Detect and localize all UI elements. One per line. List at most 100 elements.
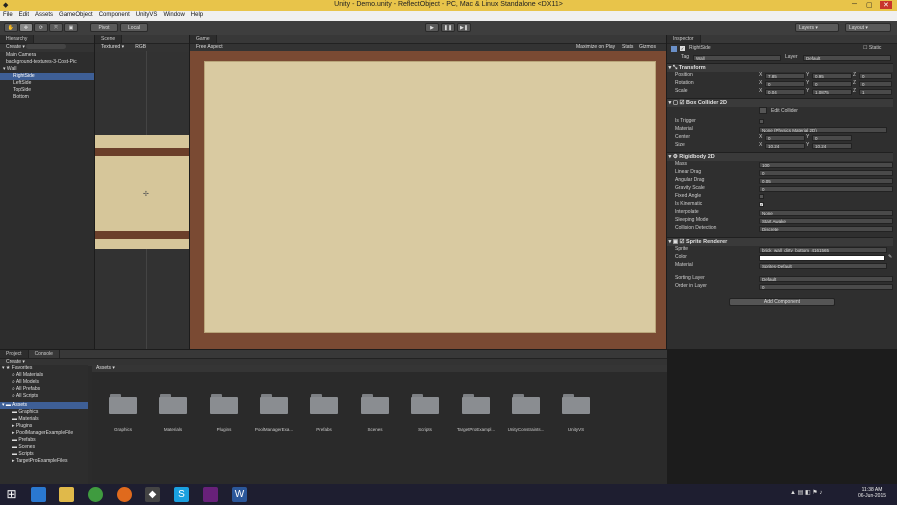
is-trigger-checkbox[interactable]	[759, 119, 764, 124]
chrome-icon[interactable]	[88, 487, 103, 502]
step-button[interactable]: ▶❚	[457, 23, 471, 32]
file-explorer-icon[interactable]	[59, 487, 74, 502]
rect-tool-icon[interactable]: ▣	[64, 23, 78, 32]
is-kinematic-checkbox[interactable]: ✓	[759, 202, 764, 207]
tree-plugins[interactable]: ▸ Plugins	[0, 423, 88, 430]
scene-gizmo-icon[interactable]: ✢	[143, 190, 149, 198]
tree-targetpro[interactable]: ▸ TargetProExampleFiles	[0, 458, 88, 465]
skype-icon[interactable]: S	[174, 487, 189, 502]
taskbar-clock[interactable]: 11:38 AM 06-Jun-2015	[850, 487, 894, 499]
sorting-layer-dropdown[interactable]: Default	[759, 276, 893, 282]
layers-dropdown[interactable]: Layers ▾	[795, 23, 839, 32]
hierarchy-item-topside[interactable]: TopSide	[0, 87, 94, 94]
close-button[interactable]: ✕	[880, 1, 892, 9]
hand-tool-icon[interactable]: ✋	[4, 23, 18, 32]
favorite-all-prefabs[interactable]: ⌕ All Prefabs	[0, 386, 88, 393]
hierarchy-item-background[interactable]: background-textures-3-Cost-Pic	[0, 59, 94, 66]
tab-project[interactable]: Project	[0, 350, 29, 358]
position-z-field[interactable]: 0	[859, 73, 892, 79]
move-tool-icon[interactable]: ✥	[19, 23, 33, 32]
folder-poolmanager-icon[interactable]	[260, 393, 288, 415]
order-in-layer-field[interactable]: 0	[759, 284, 893, 290]
menu-component[interactable]: Component	[96, 11, 133, 19]
folder-targetpro-icon[interactable]	[462, 393, 490, 415]
assets-tree-root[interactable]: ▾ ▬ Assets	[0, 402, 88, 409]
mass-field[interactable]: 100	[759, 162, 893, 168]
tree-poolmanager[interactable]: ▸ PoolManagerExampleFile	[0, 430, 88, 437]
folder-plugins-icon[interactable]	[210, 393, 238, 415]
scene-render-mode[interactable]: Textured	[101, 44, 120, 50]
folder-unityvs-icon[interactable]	[562, 393, 590, 415]
minimize-button[interactable]: ─	[852, 1, 857, 8]
scale-z-field[interactable]: 1	[859, 89, 892, 95]
layout-dropdown[interactable]: Layout ▾	[845, 23, 891, 32]
tree-materials[interactable]: ▬ Materials	[0, 416, 88, 423]
add-component-button[interactable]: Add Component	[729, 298, 835, 306]
menu-help[interactable]: Help	[188, 11, 206, 19]
hierarchy-create-button[interactable]: Create ▾	[0, 44, 94, 52]
menu-window[interactable]: Window	[160, 11, 187, 19]
maximize-button[interactable]: ▢	[866, 1, 873, 9]
folder-unityconstraints-icon[interactable]	[512, 393, 540, 415]
hierarchy-item-main-camera[interactable]: Main Camera	[0, 52, 94, 59]
edit-collider-icon[interactable]	[759, 107, 767, 114]
folder-materials-icon[interactable]	[159, 393, 187, 415]
tab-console[interactable]: Console	[28, 350, 60, 358]
folder-prefabs-icon[interactable]	[310, 393, 338, 415]
firefox-icon[interactable]	[117, 487, 132, 502]
tree-scripts[interactable]: ▬ Scripts	[0, 451, 88, 458]
hierarchy-item-rightside[interactable]: RightSide	[0, 73, 94, 80]
linear-drag-field[interactable]: 0	[759, 170, 893, 176]
pause-button[interactable]: ❚❚	[441, 23, 455, 32]
internet-explorer-icon[interactable]	[31, 487, 46, 502]
rotation-y-field[interactable]: 0	[812, 81, 852, 87]
menu-gameobject[interactable]: GameObject	[56, 11, 96, 19]
rotation-x-field[interactable]: 0	[765, 81, 805, 87]
folder-scenes-icon[interactable]	[361, 393, 389, 415]
windows-start-icon[interactable]: ⊞	[4, 487, 19, 502]
favorites-header[interactable]: ▾ ★ Favorites	[0, 365, 88, 372]
favorite-all-models[interactable]: ⌕ All Models	[0, 379, 88, 386]
stats-toggle[interactable]: Stats	[622, 44, 633, 51]
game-aspect-dropdown[interactable]: Free Aspect	[196, 44, 223, 50]
interpolate-dropdown[interactable]: None	[759, 210, 893, 216]
box-collider-header[interactable]: ▾ ▢ ☑ Box Collider 2D	[667, 98, 893, 107]
sprite-material-field[interactable]: Sprites-Default	[759, 263, 887, 269]
active-checkbox[interactable]: ✓	[680, 46, 685, 51]
visual-studio-icon[interactable]	[203, 487, 218, 502]
angular-drag-field[interactable]: 0.05	[759, 178, 893, 184]
hierarchy-search-input[interactable]	[26, 44, 67, 50]
size-x-field[interactable]: 10.24	[765, 143, 805, 149]
layer-dropdown[interactable]: Default	[803, 55, 891, 61]
gravity-scale-field[interactable]: 0	[759, 186, 893, 192]
scale-y-field[interactable]: 1.0875	[812, 89, 852, 95]
transform-header[interactable]: ▾ ⤡ Transform	[667, 63, 893, 72]
tab-inspector[interactable]: Inspector	[667, 35, 701, 43]
menu-file[interactable]: File	[0, 11, 16, 19]
local-toggle[interactable]: Local	[120, 23, 148, 32]
rotation-z-field[interactable]: 0	[859, 81, 892, 87]
tab-scene[interactable]: Scene	[95, 35, 123, 43]
menu-assets[interactable]: Assets	[32, 11, 56, 19]
unity-taskbar-icon[interactable]: ◆	[145, 487, 160, 502]
folder-scripts-icon[interactable]	[411, 393, 439, 415]
scene-rgb-dropdown[interactable]: RGB	[135, 44, 146, 50]
object-name-field[interactable]: RightSide	[689, 45, 711, 51]
scale-x-field[interactable]: 0.04	[765, 89, 805, 95]
static-checkbox[interactable]: ☐ Static	[863, 45, 881, 51]
tree-graphics[interactable]: ▬ Graphics	[0, 409, 88, 416]
tree-scenes[interactable]: ▬ Scenes	[0, 444, 88, 451]
tab-hierarchy[interactable]: Hierarchy	[0, 35, 35, 43]
hierarchy-item-wall[interactable]: ▾ Wall	[0, 66, 94, 73]
sprite-field[interactable]: brick_wall_dirty_bottom_4161565	[759, 247, 887, 253]
hierarchy-item-leftside[interactable]: LeftSide	[0, 80, 94, 87]
word-icon[interactable]: W	[232, 487, 247, 502]
center-x-field[interactable]: 0	[765, 135, 805, 141]
rigidbody-header[interactable]: ▾ ⚙ Rigidbody 2D	[667, 152, 893, 161]
color-swatch[interactable]	[759, 255, 885, 261]
hierarchy-item-bottom[interactable]: Bottom	[0, 94, 94, 101]
favorite-all-scripts[interactable]: ⌕ All Scripts	[0, 393, 88, 400]
fixed-angle-checkbox[interactable]	[759, 194, 764, 199]
rotate-tool-icon[interactable]: ⟳	[34, 23, 48, 32]
sprite-renderer-header[interactable]: ▾ ▣ ☑ Sprite Renderer	[667, 237, 893, 246]
